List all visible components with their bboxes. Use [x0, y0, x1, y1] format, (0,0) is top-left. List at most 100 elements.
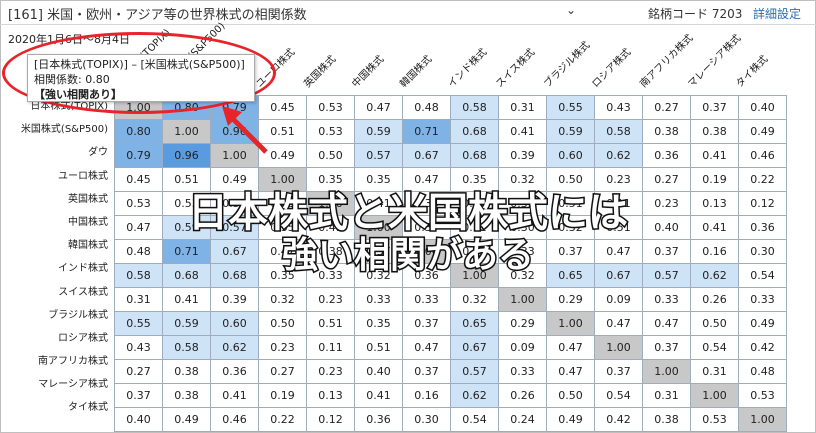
correlation-cell[interactable]: 0.33	[738, 287, 787, 312]
correlation-cell[interactable]: 0.53	[306, 119, 355, 144]
correlation-cell[interactable]: 1.00	[738, 407, 787, 432]
correlation-cell[interactable]: 0.50	[258, 311, 307, 336]
correlation-cell[interactable]: 0.49	[546, 407, 595, 432]
correlation-cell[interactable]: 0.80	[114, 119, 163, 144]
correlation-cell[interactable]: 0.23	[258, 335, 307, 360]
correlation-cell[interactable]: 0.47	[402, 335, 451, 360]
correlation-cell[interactable]: 0.11	[306, 335, 355, 360]
correlation-cell[interactable]: 0.58	[162, 335, 211, 360]
correlation-cell[interactable]: 0.27	[258, 359, 307, 384]
correlation-cell[interactable]: 0.51	[354, 335, 403, 360]
correlation-cell[interactable]: 0.22	[258, 407, 307, 432]
correlation-cell[interactable]: 0.40	[354, 359, 403, 384]
correlation-cell[interactable]: 0.31	[690, 359, 739, 384]
correlation-cell[interactable]: 0.57	[450, 359, 499, 384]
correlation-cell[interactable]: 0.54	[450, 407, 499, 432]
settings-link[interactable]: 詳細設定	[753, 5, 801, 22]
correlation-cell[interactable]: 0.12	[306, 407, 355, 432]
correlation-cell[interactable]: 0.50	[546, 383, 595, 408]
correlation-cell[interactable]: 0.33	[642, 287, 691, 312]
correlation-cell[interactable]: 0.41	[162, 287, 211, 312]
correlation-cell[interactable]: 0.40	[738, 95, 787, 120]
correlation-cell[interactable]: 1.00	[546, 311, 595, 336]
correlation-cell[interactable]: 0.38	[162, 359, 211, 384]
correlation-cell[interactable]: 0.23	[306, 287, 355, 312]
correlation-cell[interactable]: 0.32	[450, 287, 499, 312]
correlation-cell[interactable]: 0.62	[594, 143, 643, 168]
correlation-cell[interactable]: 0.57	[354, 143, 403, 168]
correlation-cell[interactable]: 0.50	[306, 143, 355, 168]
correlation-cell[interactable]: 0.79	[114, 143, 163, 168]
correlation-cell[interactable]: 0.46	[738, 143, 787, 168]
correlation-cell[interactable]: 0.35	[354, 311, 403, 336]
correlation-cell[interactable]: 0.38	[162, 383, 211, 408]
correlation-cell[interactable]: 0.59	[162, 311, 211, 336]
correlation-cell[interactable]: 0.37	[642, 335, 691, 360]
correlation-cell[interactable]: 0.37	[402, 311, 451, 336]
correlation-cell[interactable]: 0.30	[402, 407, 451, 432]
correlation-cell[interactable]: 0.31	[114, 287, 163, 312]
correlation-cell[interactable]: 0.41	[354, 383, 403, 408]
correlation-cell[interactable]: 0.53	[738, 383, 787, 408]
correlation-cell[interactable]: 0.47	[594, 311, 643, 336]
correlation-cell[interactable]: 0.33	[498, 359, 547, 384]
correlation-cell[interactable]: 0.60	[210, 311, 259, 336]
correlation-cell[interactable]: 1.00	[162, 119, 211, 144]
correlation-cell[interactable]: 0.49	[162, 407, 211, 432]
correlation-cell[interactable]: 0.48	[738, 359, 787, 384]
correlation-cell[interactable]: 1.00	[690, 383, 739, 408]
correlation-cell[interactable]: 0.41	[210, 383, 259, 408]
correlation-cell[interactable]: 0.36	[210, 359, 259, 384]
correlation-cell[interactable]: 0.36	[354, 407, 403, 432]
correlation-cell[interactable]: 0.68	[450, 119, 499, 144]
correlation-cell[interactable]: 0.37	[690, 95, 739, 120]
correlation-cell[interactable]: 0.33	[402, 287, 451, 312]
correlation-cell[interactable]: 1.00	[498, 287, 547, 312]
correlation-cell[interactable]: 0.37	[114, 383, 163, 408]
correlation-cell[interactable]: 0.31	[642, 383, 691, 408]
correlation-cell[interactable]: 0.59	[546, 119, 595, 144]
correlation-cell[interactable]: 0.47	[546, 335, 595, 360]
correlation-cell[interactable]: 0.26	[498, 383, 547, 408]
correlation-cell[interactable]: 0.47	[642, 311, 691, 336]
correlation-cell[interactable]: 0.53	[306, 95, 355, 120]
correlation-cell[interactable]: 0.16	[402, 383, 451, 408]
correlation-cell[interactable]: 0.62	[210, 335, 259, 360]
correlation-cell[interactable]: 0.68	[450, 143, 499, 168]
correlation-cell[interactable]: 0.71	[402, 119, 451, 144]
correlation-cell[interactable]: 0.31	[498, 95, 547, 120]
correlation-cell[interactable]: 0.96	[162, 143, 211, 168]
correlation-cell[interactable]: 0.26	[690, 287, 739, 312]
correlation-cell[interactable]: 0.41	[690, 143, 739, 168]
correlation-cell[interactable]: 0.58	[594, 119, 643, 144]
correlation-cell[interactable]: 0.58	[450, 95, 499, 120]
correlation-cell[interactable]: 0.23	[306, 359, 355, 384]
correlation-cell[interactable]: 0.09	[498, 335, 547, 360]
correlation-cell[interactable]: 0.55	[546, 95, 595, 120]
correlation-cell[interactable]: 0.13	[306, 383, 355, 408]
correlation-cell[interactable]: 0.43	[594, 95, 643, 120]
correlation-cell[interactable]: 0.65	[450, 311, 499, 336]
correlation-cell[interactable]: 0.62	[450, 383, 499, 408]
correlation-cell[interactable]: 0.37	[402, 359, 451, 384]
correlation-cell[interactable]: 0.51	[306, 311, 355, 336]
correlation-cell[interactable]: 0.39	[210, 287, 259, 312]
correlation-cell[interactable]: 0.49	[738, 311, 787, 336]
correlation-cell[interactable]: 0.50	[690, 311, 739, 336]
correlation-cell[interactable]: 0.54	[690, 335, 739, 360]
correlation-cell[interactable]: 0.67	[450, 335, 499, 360]
chevron-down-icon[interactable]: ⌄	[566, 3, 576, 17]
correlation-cell[interactable]: 0.36	[642, 143, 691, 168]
correlation-cell[interactable]: 0.55	[114, 311, 163, 336]
correlation-cell[interactable]: 0.42	[594, 407, 643, 432]
correlation-cell[interactable]: 0.24	[498, 407, 547, 432]
correlation-cell[interactable]: 0.53	[690, 407, 739, 432]
correlation-cell[interactable]: 0.48	[402, 95, 451, 120]
correlation-cell[interactable]: 0.47	[354, 95, 403, 120]
correlation-cell[interactable]: 0.19	[258, 383, 307, 408]
correlation-cell[interactable]: 0.60	[546, 143, 595, 168]
correlation-cell[interactable]: 0.29	[546, 287, 595, 312]
correlation-cell[interactable]: 0.27	[114, 359, 163, 384]
correlation-cell[interactable]: 0.29	[498, 311, 547, 336]
correlation-cell[interactable]: 0.37	[594, 359, 643, 384]
